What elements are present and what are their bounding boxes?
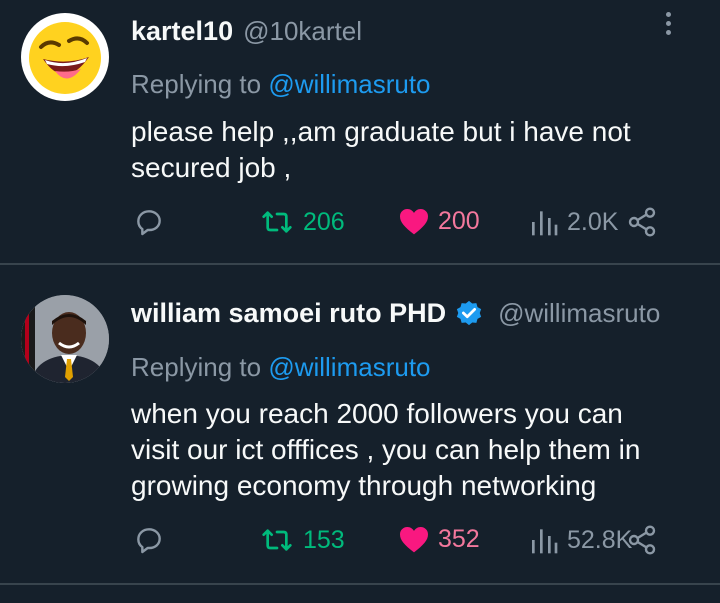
tweet-header: kartel10 @10kartel [131, 16, 362, 47]
tweet-divider [0, 583, 720, 585]
more-options-icon[interactable] [662, 12, 674, 38]
display-name[interactable]: kartel10 [131, 16, 233, 47]
views-count: 52.8K [567, 525, 633, 554]
like-button[interactable]: 200 [398, 206, 480, 236]
heart-icon [400, 209, 428, 235]
tweet-text: please help ,,am graduate but i have not… [131, 114, 691, 186]
retweet-button[interactable]: 153 [259, 524, 345, 556]
avatar[interactable] [21, 295, 109, 383]
like-count: 352 [438, 524, 480, 553]
tweet-2[interactable]: william samoei ruto PHD @willimasruto Re… [0, 265, 720, 583]
reply-icon [137, 528, 161, 554]
display-name[interactable]: william samoei ruto PHD [131, 298, 446, 329]
reply-icon [137, 210, 161, 236]
tweet-1[interactable]: kartel10 @10kartel Replying to @willimas… [0, 0, 720, 263]
replying-prefix: Replying to [131, 352, 269, 382]
views-button[interactable]: 2.0K [529, 206, 618, 238]
tweet-text-line: please help ,,am graduate but i have not [131, 116, 631, 147]
retweet-button[interactable]: 206 [259, 206, 345, 238]
tweet-actions: 153 352 52.8K [0, 524, 720, 564]
replying-to-line: Replying to @willimasruto [131, 69, 431, 100]
reply-button[interactable] [133, 524, 165, 556]
replying-to-line: Replying to @willimasruto [131, 352, 431, 383]
verified-badge-icon [456, 300, 482, 325]
replying-to-mention[interactable]: @willimasruto [268, 69, 430, 99]
tweet-text: when you reach 2000 followers you can vi… [131, 396, 691, 504]
views-icon [532, 529, 558, 554]
tweet-text-line: growing economy through networking [131, 470, 597, 501]
views-count: 2.0K [567, 207, 619, 236]
tweet-actions: 206 200 2.0K [0, 206, 720, 246]
replying-to-mention[interactable]: @willimasruto [268, 352, 430, 382]
share-button[interactable] [625, 524, 659, 556]
share-icon [628, 207, 656, 237]
tweet-text-line: when you reach 2000 followers you can [131, 398, 623, 429]
replying-prefix: Replying to [131, 69, 269, 99]
tweet-text-line: secured job , [131, 152, 292, 183]
laughing-emoji-icon [29, 22, 101, 94]
retweet-count: 206 [303, 207, 345, 236]
user-handle[interactable]: @10kartel [243, 16, 362, 47]
reply-button[interactable] [133, 206, 165, 238]
share-icon [628, 525, 656, 555]
tweet-text-line: visit our ict offfices , you can help th… [131, 434, 641, 465]
tweet-header: william samoei ruto PHD @willimasruto [131, 298, 660, 329]
profile-photo-icon [21, 295, 109, 383]
views-button[interactable]: 52.8K [529, 524, 632, 556]
retweet-icon [262, 529, 292, 551]
avatar[interactable] [21, 13, 109, 101]
like-button[interactable]: 352 [398, 524, 480, 554]
retweet-count: 153 [303, 525, 345, 554]
retweet-icon [262, 211, 292, 233]
share-button[interactable] [625, 206, 659, 238]
views-icon [532, 211, 558, 236]
like-count: 200 [438, 206, 480, 235]
user-handle[interactable]: @willimasruto [498, 298, 660, 329]
heart-icon [400, 527, 428, 553]
